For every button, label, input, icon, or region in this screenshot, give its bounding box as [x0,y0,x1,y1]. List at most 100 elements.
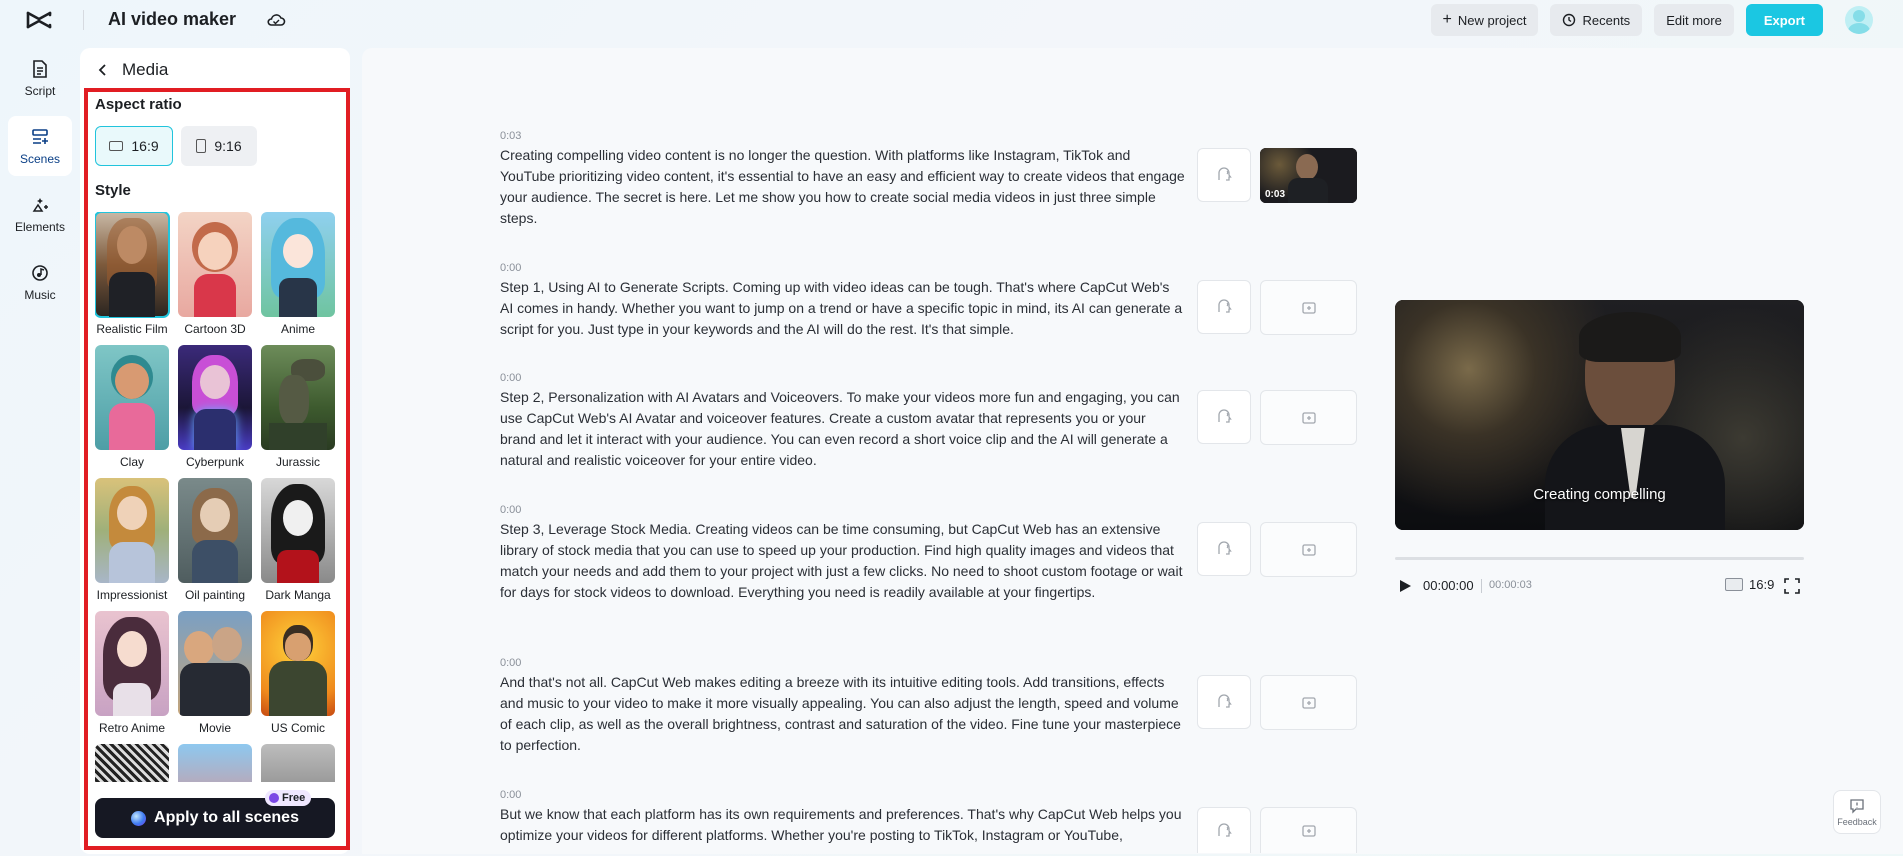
scene-voice-button[interactable] [1197,522,1251,576]
preview-progress-bar[interactable] [1395,557,1804,560]
aspect-16-9-button[interactable]: 16:9 [95,126,173,166]
style-card-oil-painting[interactable]: Oil painting [178,478,252,602]
scene-voice-button[interactable] [1197,675,1251,729]
plus-icon: + [1442,11,1452,28]
time-divider [1481,579,1482,593]
scene-text[interactable]: Step 1, Using AI to Generate Scripts. Co… [500,277,1185,340]
style-thumb-oil-painting [178,478,252,583]
total-time: 00:00:03 [1489,579,1532,591]
scene-voice-button[interactable] [1197,280,1251,334]
top-actions: + New project Recents Edit more Export [1419,4,1903,36]
fullscreen-icon[interactable] [1783,577,1801,595]
back-chevron-icon[interactable] [96,63,110,77]
scene-time: 0:00 [500,262,522,274]
style-card-jurassic[interactable]: Jurassic [261,345,335,469]
recents-button[interactable]: Recents [1550,4,1643,36]
style-card-anime[interactable]: Anime [261,212,335,336]
preview-controls: 00:00:00 00:00:03 16:9 [1395,576,1804,596]
voice-avatar-icon [1218,694,1232,708]
scene-text[interactable]: Step 3, Leverage Stock Media. Creating v… [500,519,1185,603]
style-card-clay[interactable]: Clay [95,345,169,469]
apply-to-all-scenes-label: Apply to all scenes [154,809,299,826]
nav-label-scenes: Scenes [19,151,61,166]
nav-item-elements[interactable]: Elements [8,184,72,244]
free-badge-icon [269,793,279,803]
style-card-extra-2[interactable] [178,744,252,782]
export-button[interactable]: Export [1745,4,1823,36]
scene-media-slot[interactable] [1260,280,1357,335]
scene-media-slot[interactable] [1260,522,1357,577]
scene-text[interactable]: And that's not all. CapCut Web makes edi… [500,672,1185,756]
nav-item-scenes[interactable]: Scenes [8,116,72,176]
scene-time: 0:00 [500,657,522,669]
scene-voice-button[interactable] [1197,148,1251,202]
nav-label-music: Music [24,287,56,302]
play-icon[interactable] [1397,578,1413,594]
scene-media-slot[interactable] [1260,390,1357,445]
scene-voice-button[interactable] [1197,390,1251,444]
style-name-clay: Clay [119,455,144,469]
scene-media-duration: 0:03 [1265,189,1286,200]
style-thumb-cyberpunk [178,345,252,450]
export-label: Export [1763,12,1805,28]
media-panel-header[interactable]: Media [96,60,168,80]
aspect-ratio-icon [1725,578,1743,591]
style-label: Style [95,182,131,199]
scene-media-slot[interactable] [1260,675,1357,730]
style-thumb-cartoon-3d [178,212,252,317]
style-card-dark-manga[interactable]: Dark Manga [261,478,335,602]
feedback-label: Feedback [1837,816,1877,827]
style-name-cartoon-3d: Cartoon 3D [184,322,246,336]
add-media-icon [1301,301,1316,314]
style-thumb-realistic-film [95,212,170,318]
style-card-impressionist[interactable]: Impressionist [95,478,169,602]
user-avatar[interactable] [1845,6,1873,34]
top-bar: AI video maker + New project Recents Edi… [0,0,1903,40]
scene-text[interactable]: But we know that each platform has its o… [500,804,1185,846]
style-name-oil-painting: Oil painting [184,588,246,602]
aspect-9-16-button[interactable]: 9:16 [181,126,257,166]
add-media-icon [1301,411,1316,424]
scene-media-slot[interactable] [1260,807,1357,853]
script-icon [33,59,47,78]
feedback-button[interactable]: Feedback [1833,790,1881,834]
style-card-extra-3[interactable] [261,744,335,782]
style-card-movie[interactable]: Movie [178,611,252,735]
add-media-icon [1301,543,1316,556]
aspect-9-16-label: 9:16 [214,138,242,154]
current-time: 00:00:00 [1423,578,1474,593]
style-card-retro-anime[interactable]: Retro Anime [95,611,169,735]
scene-item: 0:03 Creating compelling video content i… [500,130,1600,229]
edit-more-button[interactable]: Edit more [1654,4,1734,36]
new-project-button[interactable]: + New project [1430,4,1539,36]
style-card-extra-1[interactable] [95,744,169,782]
style-card-cyberpunk[interactable]: Cyberpunk [178,345,252,469]
nav-label-script: Script [24,83,56,98]
history-icon [1563,13,1576,27]
cloud-sync-icon[interactable] [266,10,286,30]
preview-ratio-button[interactable]: 16:9 [1725,577,1774,592]
add-media-icon [1301,824,1316,837]
media-panel-title: Media [122,60,169,79]
portrait-ratio-icon [196,139,207,153]
edit-more-label: Edit more [1666,12,1722,28]
voice-avatar-icon [1218,541,1232,555]
voice-avatar-icon [1218,409,1232,423]
style-name-retro-anime: Retro Anime [98,721,166,735]
style-card-us-comic[interactable]: US Comic [261,611,335,735]
style-card-cartoon-3d[interactable]: Cartoon 3D [178,212,252,336]
landscape-ratio-icon [109,141,124,151]
scene-voice-button[interactable] [1197,807,1251,853]
feedback-icon [1850,798,1864,814]
free-badge-label: Free [282,792,306,804]
nav-item-music[interactable]: Music [8,252,72,312]
style-card-realistic-film[interactable]: Realistic Film [95,212,170,336]
nav-item-script[interactable]: Script [8,48,72,108]
scene-text[interactable]: Step 2, Personalization with AI Avatars … [500,387,1185,471]
music-icon [32,264,48,281]
style-thumb-retro-anime [95,611,169,716]
scene-text[interactable]: Creating compelling video content is no … [500,145,1185,229]
video-preview[interactable]: Creating compelling [1395,300,1804,530]
scene-media-thumbnail[interactable]: 0:03 [1260,148,1357,203]
capcut-logo-icon[interactable] [26,9,52,31]
